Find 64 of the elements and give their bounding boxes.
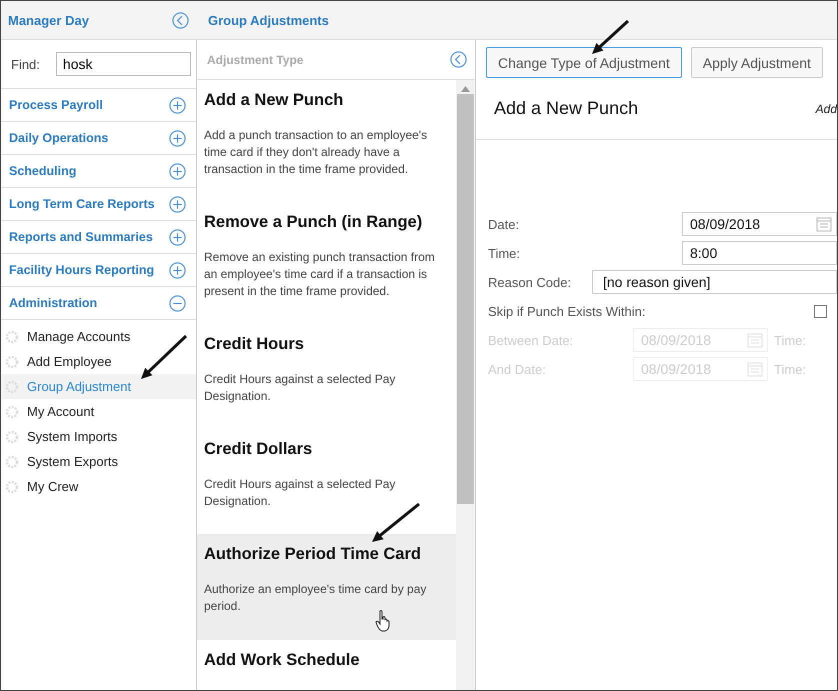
menu-section[interactable]: Long Term Care Reports	[1, 188, 196, 221]
adjustment-description: Credit Hours against a selected Pay Designation.	[204, 476, 396, 510]
adjustment-description: Add a punch transaction to an employee's time card if they don't already have a transaction in the time frame provided.	[204, 127, 428, 178]
adjustment-type-item[interactable]: Authorize Period Time Card Authorize an employee's time card by pay period.	[197, 534, 456, 640]
gear-icon	[5, 330, 19, 344]
action-button[interactable]: Apply Adjustment	[690, 47, 823, 78]
page-title: Group Adjustments	[208, 12, 329, 28]
expand-icon[interactable]	[169, 262, 186, 278]
menu-section[interactable]: Administration	[1, 287, 196, 320]
menu-section[interactable]: Scheduling	[1, 155, 196, 188]
menu-section[interactable]: Daily Operations	[1, 122, 196, 155]
field-label: Skip if Punch Exists Within:	[488, 304, 646, 318]
adjustment-title: Remove a Punch (in Range)	[204, 213, 424, 232]
scroll-up-icon[interactable]	[461, 86, 470, 92]
expand-icon[interactable]	[169, 130, 186, 146]
form-title: Add a New Punch	[494, 98, 638, 119]
time-field[interactable]: 8:00	[682, 241, 837, 265]
collapse-icon[interactable]	[172, 12, 189, 28]
scrollbar[interactable]	[456, 80, 475, 690]
menu-item[interactable]: My Crew	[1, 474, 196, 499]
action-button[interactable]: Change Type of Adjustment	[486, 47, 682, 78]
menu-item[interactable]: System Imports	[1, 424, 196, 449]
field-label: Time:	[488, 246, 522, 260]
menu-section[interactable]: Process Payroll	[1, 89, 196, 122]
side-text: Add	[816, 102, 837, 116]
menu-item[interactable]: System Exports	[1, 449, 196, 474]
reason-select[interactable]: [no reason given]	[592, 270, 837, 294]
checkbox[interactable]	[814, 304, 827, 318]
arrow-icon	[141, 334, 188, 379]
panel-title: Manager Day	[8, 12, 89, 28]
arrow-icon	[592, 20, 630, 54]
adjustment-title: Add Work Schedule	[204, 651, 361, 670]
expand-icon[interactable]	[169, 196, 186, 212]
adjustment-description: Authorize an employee's time card by pay period.	[204, 581, 428, 615]
menu-item[interactable]: Manage Accounts	[1, 324, 196, 349]
expand-icon[interactable]	[169, 96, 186, 114]
menu-item[interactable]: Add Employee	[1, 349, 196, 374]
adjustment-title: Authorize Period Time Card	[204, 545, 422, 564]
gear-icon	[5, 404, 19, 418]
panel-heading: Adjustment Type	[207, 52, 304, 66]
find-label: Find:	[11, 56, 40, 72]
find-field[interactable]: hosk	[56, 52, 191, 76]
gear-icon	[5, 480, 19, 494]
collapse-icon[interactable]	[169, 294, 186, 312]
gear-icon	[5, 354, 19, 368]
hand-cursor-icon	[376, 610, 390, 632]
adjustment-title: Credit Dollars	[204, 440, 314, 459]
expand-icon[interactable]	[169, 228, 186, 246]
arrow-icon	[372, 502, 420, 542]
adjustment-title: Add a New Punch	[204, 91, 344, 110]
menu-section[interactable]: Facility Hours Reporting	[1, 254, 196, 287]
adjustment-description: Credit Hours against a selected Pay Designation.	[204, 371, 396, 405]
adjustment-title: Credit Hours	[204, 335, 305, 354]
date-field[interactable]: 08/09/2018	[682, 212, 837, 236]
gear-icon	[5, 454, 19, 468]
collapse-icon[interactable]	[450, 51, 467, 68]
menu-item[interactable]: My Account	[1, 399, 196, 424]
calendar-icon[interactable]	[816, 216, 832, 232]
gear-icon	[5, 430, 19, 444]
menu-section[interactable]: Reports and Summaries	[1, 221, 196, 254]
field-label: Reason Code:	[488, 274, 572, 290]
expand-icon[interactable]	[169, 162, 186, 180]
adjustment-description: Remove an existing punch transaction from an employee's time card if a transaction is present in the time frame provided.	[204, 249, 436, 300]
field-label: Date:	[488, 216, 520, 232]
